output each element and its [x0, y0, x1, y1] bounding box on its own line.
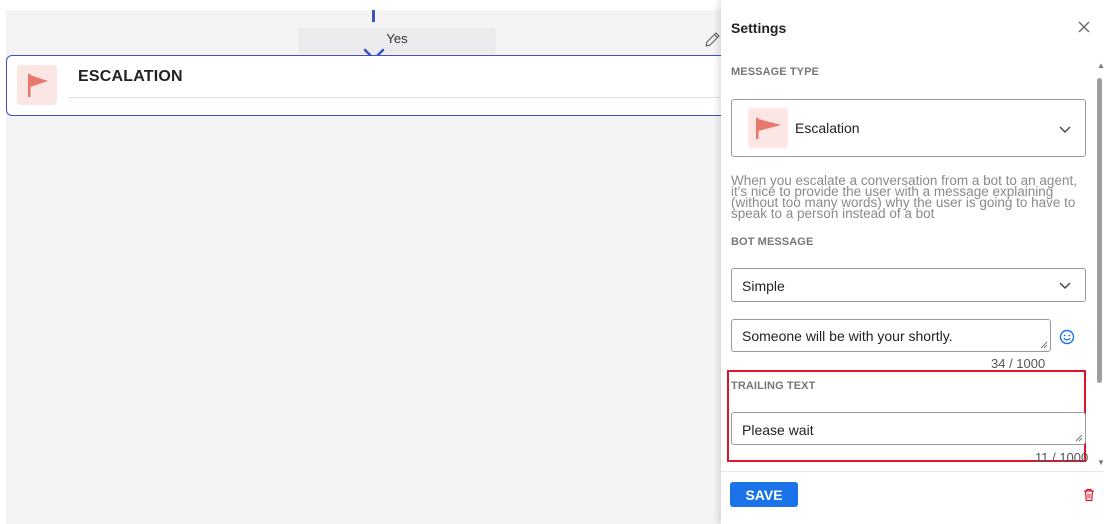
bot-message-textarea[interactable]: Someone will be with your shortly.: [731, 319, 1051, 352]
trash-icon[interactable]: [1083, 488, 1095, 502]
chevron-down-icon: [1059, 282, 1071, 289]
settings-panel: Settings MESSAGE TYPE Escalation When yo…: [721, 0, 1104, 524]
flag-icon: [756, 118, 781, 139]
message-type-value: Escalation: [795, 120, 860, 136]
emoji-icon[interactable]: [1059, 329, 1075, 345]
close-icon[interactable]: [1077, 20, 1091, 34]
help-text: When you escalate a conversation from a …: [731, 173, 1077, 221]
trailing-text-textarea[interactable]: Please wait: [731, 412, 1086, 445]
branch-label-pill[interactable]: Yes: [298, 28, 496, 54]
connector-line: [372, 10, 375, 22]
bot-message-mode-select[interactable]: Simple: [731, 268, 1086, 302]
trailing-text-value: Please wait: [742, 422, 814, 438]
bot-message-text: Someone will be with your shortly.: [742, 328, 953, 344]
node-divider: [68, 97, 723, 98]
escalation-node[interactable]: ESCALATION: [6, 55, 723, 116]
save-button[interactable]: SAVE: [730, 482, 798, 507]
node-icon-container: [17, 65, 57, 105]
bot-message-char-count: 34 / 1000: [991, 356, 1046, 371]
bot-message-label: BOT MESSAGE: [731, 236, 814, 248]
scroll-up-arrow[interactable]: ▲: [1097, 62, 1104, 70]
scrollbar-thumb[interactable]: [1097, 78, 1102, 383]
trailing-text-label: TRAILING TEXT: [731, 380, 816, 392]
footer-divider: [721, 471, 1104, 472]
panel-title: Settings: [731, 20, 787, 36]
message-type-select[interactable]: Escalation: [731, 99, 1086, 157]
resize-handle-icon[interactable]: [1040, 341, 1048, 349]
message-type-label: MESSAGE TYPE: [731, 66, 819, 78]
bot-message-mode-value: Simple: [742, 278, 785, 294]
chevron-down-icon: [1059, 126, 1071, 133]
scroll-down-arrow[interactable]: ▼: [1097, 459, 1104, 467]
branch-label: Yes: [386, 31, 408, 46]
trailing-text-char-count: 11 / 1000: [1035, 450, 1089, 465]
node-title: ESCALATION: [78, 68, 183, 85]
flag-icon: [28, 74, 48, 97]
resize-handle-icon[interactable]: [1075, 434, 1083, 442]
flow-canvas[interactable]: Yes ESCALATION: [6, 10, 723, 524]
pencil-icon[interactable]: [703, 31, 721, 49]
message-type-icon-container: [748, 108, 788, 148]
